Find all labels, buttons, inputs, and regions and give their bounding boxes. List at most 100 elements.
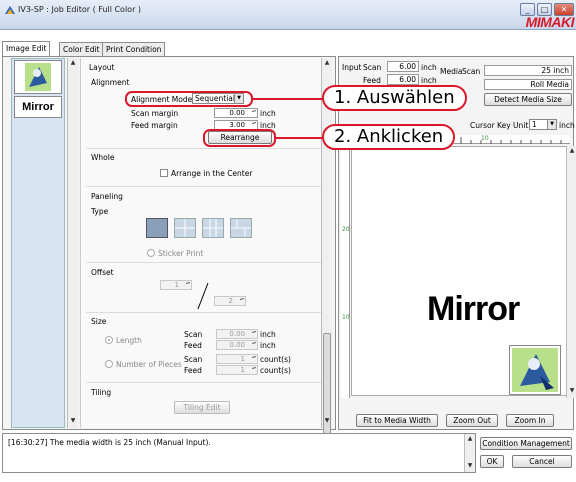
thumbnail-mirror[interactable]: Mirror xyxy=(14,96,62,118)
arrange-center-checkbox[interactable] xyxy=(160,169,168,177)
input-feed-value: 6.00 xyxy=(387,74,419,85)
length-feed-label: Feed xyxy=(184,341,202,350)
settings-scrollbar[interactable]: ▲ ▼ xyxy=(321,58,332,473)
ruler-vertical: 20 10 xyxy=(341,144,350,398)
callout-connector-1 xyxy=(252,98,323,100)
canvas-artwork[interactable] xyxy=(509,345,561,395)
input-feed-label: Feed xyxy=(363,76,381,85)
media-label: Media xyxy=(440,67,463,76)
offset-label: Offset xyxy=(91,268,114,277)
layout-settings xyxy=(80,58,332,428)
condition-management-button[interactable]: Condition Management xyxy=(480,437,572,450)
cursor-key-unit-unit: inch xyxy=(559,121,575,130)
paneling-type-grid-icon[interactable] xyxy=(174,218,196,238)
scan-margin-label: Scan margin xyxy=(131,109,179,118)
alignment-heading: Alignment xyxy=(91,78,130,87)
paneling-type-offset-icon[interactable] xyxy=(230,218,252,238)
pieces-scan-label: Scan xyxy=(184,355,203,364)
tab-print-condition[interactable]: Print Condition xyxy=(102,42,166,56)
grid-icon xyxy=(175,219,195,237)
type-label: Type xyxy=(91,207,109,216)
offset-grid-icon xyxy=(231,219,251,237)
pieces-feed-stepper[interactable]: 1 xyxy=(216,365,258,375)
scan-margin-unit: inch xyxy=(260,109,276,118)
length-feed-unit: inch xyxy=(260,341,276,350)
divider xyxy=(86,262,322,263)
arrange-center-label: Arrange in the Center xyxy=(171,169,253,178)
window-title: IV3-SP : Job Editor ( Full Color ) xyxy=(18,5,142,14)
feed-margin-label: Feed margin xyxy=(131,121,178,130)
scroll-up-icon[interactable]: ▲ xyxy=(68,58,78,68)
pieces-feed-unit: count(s) xyxy=(260,366,291,375)
pieces-scan-unit: count(s) xyxy=(260,355,291,364)
tiling-edit-button[interactable]: Tiling Edit xyxy=(174,401,230,414)
cursor-key-unit-label: Cursor Key Unit xyxy=(470,121,529,130)
ok-button[interactable]: OK xyxy=(480,455,504,468)
size-heading: Size xyxy=(91,317,107,326)
media-scan-label: Scan xyxy=(462,67,481,76)
zoom-out-button[interactable]: Zoom Out xyxy=(446,414,498,427)
length-scan-label: Scan xyxy=(184,330,203,339)
scroll-up-icon[interactable]: ▲ xyxy=(465,434,475,444)
bird-artwork-icon xyxy=(512,348,558,392)
offset-slash-icon xyxy=(197,282,209,310)
detect-media-size-button[interactable]: Detect Media Size xyxy=(484,93,572,106)
sticker-print-label: Sticker Print xyxy=(158,249,204,258)
media-scan-value: 25 inch xyxy=(484,65,572,76)
divider xyxy=(86,186,322,187)
cursor-key-unit-value: 1 xyxy=(532,120,537,129)
bird-artwork-icon xyxy=(25,63,51,91)
scroll-up-icon[interactable]: ▲ xyxy=(322,58,332,68)
scan-margin-stepper[interactable]: 0.00 xyxy=(214,108,258,118)
callout-step-2: 2. Anklicken xyxy=(322,124,456,150)
fit-to-media-width-button[interactable]: Fit to Media Width xyxy=(356,414,438,427)
zoom-in-button[interactable]: Zoom In xyxy=(506,414,554,427)
scroll-down-icon[interactable]: ▼ xyxy=(68,416,78,426)
canvas-mirror-text: Mirror xyxy=(427,290,520,328)
cancel-button[interactable]: Cancel xyxy=(512,455,572,468)
thumbnail-scrollbar[interactable]: ▲ ▼ xyxy=(67,58,78,428)
offset-bottom-stepper[interactable]: 2 xyxy=(214,296,246,306)
input-feed-unit: inch xyxy=(421,76,437,85)
scroll-down-icon[interactable]: ▼ xyxy=(465,461,475,471)
input-scan-label: Scan xyxy=(363,63,382,72)
tab-color-edit[interactable]: Color Edit xyxy=(59,42,104,56)
pieces-radio[interactable] xyxy=(105,360,113,368)
paneling-type-split-icon[interactable] xyxy=(202,218,224,238)
ruler-top-label: 10 xyxy=(481,135,489,142)
tiling-heading: Tiling xyxy=(91,388,112,397)
callout-step-1: 1. Auswählen xyxy=(322,85,467,111)
input-label: Input xyxy=(342,63,362,72)
paneling-heading: Paneling xyxy=(91,192,123,201)
length-radio[interactable] xyxy=(105,336,113,344)
split-icon xyxy=(203,219,223,237)
chevron-down-icon: ▼ xyxy=(547,120,556,129)
scroll-down-icon[interactable]: ▼ xyxy=(567,386,576,396)
divider xyxy=(86,382,322,383)
pieces-feed-label: Feed xyxy=(184,366,202,375)
tab-image-edit[interactable]: Image Edit xyxy=(2,41,51,57)
length-label: Length xyxy=(116,336,142,345)
app-icon xyxy=(5,6,15,14)
alignment-mode-highlight xyxy=(125,91,253,107)
log-scrollbar[interactable]: ▲ ▼ xyxy=(464,434,475,472)
length-scan-unit: inch xyxy=(260,330,276,339)
layout-heading: Layout xyxy=(89,63,115,72)
cursor-key-unit-select[interactable]: 1 ▼ xyxy=(529,119,557,130)
ruler-left-label-10: 10 xyxy=(342,314,350,321)
log-message: [16:30:27] The media width is 25 inch (M… xyxy=(8,438,211,447)
input-scan-unit: inch xyxy=(421,63,437,72)
input-scan-value: 6.00 xyxy=(387,61,419,72)
pieces-scan-stepper[interactable]: 1 xyxy=(216,354,258,364)
offset-top-stepper[interactable]: 1 xyxy=(160,280,192,290)
thumbnail-image[interactable] xyxy=(14,60,62,94)
length-scan-stepper[interactable]: 0.00 xyxy=(216,329,258,339)
ruler-left-label-20: 20 xyxy=(342,226,350,233)
scroll-up-icon[interactable]: ▲ xyxy=(567,146,576,156)
paneling-type-single-icon[interactable] xyxy=(146,218,168,238)
scroll-down-icon[interactable]: ▼ xyxy=(322,416,332,426)
length-feed-stepper[interactable]: 0.00 xyxy=(216,340,258,350)
preview-scrollbar[interactable]: ▲ ▼ xyxy=(566,146,576,398)
sticker-print-radio[interactable] xyxy=(147,249,155,257)
divider xyxy=(86,312,322,313)
